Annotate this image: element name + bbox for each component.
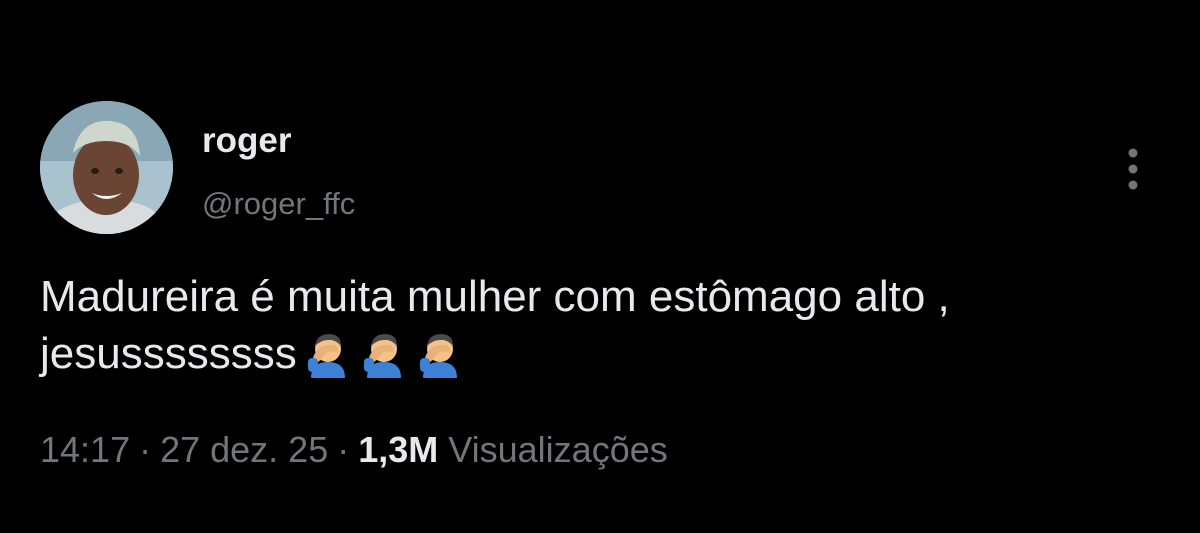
author-handle[interactable]: @roger_ffc [202,185,355,223]
views-count[interactable]: 1,3M [358,429,438,470]
more-options-icon[interactable] [1120,145,1146,193]
views-label[interactable]: Visualizações [448,429,667,470]
tweet-time[interactable]: 14:17 [40,429,130,470]
avatar[interactable] [40,101,173,234]
man-facepalming-icon [415,328,465,378]
tweet-text: Madureira é muita mulher com estômago al… [40,268,1150,382]
tweet: roger @roger_ffc Madureira é muita mulhe… [0,0,1200,533]
avatar-image [40,101,173,234]
tweet-body: Madureira é muita mulher com estômago al… [40,272,950,378]
tweet-meta: 14:17 · 27 dez. 25 · 1,3M Visualizações [40,428,668,472]
man-facepalming-icon [359,328,409,378]
tweet-date[interactable]: 27 dez. 25 [160,429,328,470]
meta-separator: · [337,429,350,470]
man-facepalming-icon [303,328,353,378]
meta-separator: · [139,429,152,470]
author-display-name[interactable]: roger [202,121,291,161]
